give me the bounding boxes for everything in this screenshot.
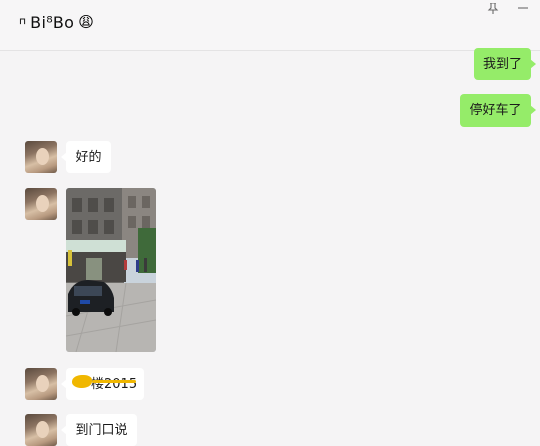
street-photo-image xyxy=(66,188,156,352)
message-text: 我到了 xyxy=(482,56,522,72)
minimize-icon[interactable] xyxy=(516,0,530,12)
image-message[interactable] xyxy=(66,188,156,352)
chat-header: ⊓ Bi⁸Bo 😩 xyxy=(0,0,540,51)
message-text: 好的 xyxy=(75,149,102,165)
message-bubble-incoming[interactable]: 到门口说 xyxy=(61,414,137,446)
strikethrough-mark xyxy=(92,380,136,383)
message-bubble-incoming[interactable]: 好的 xyxy=(61,141,111,173)
chat-title: ⊓ Bi⁸Bo 😩 xyxy=(19,10,94,34)
contact-avatar[interactable] xyxy=(25,188,57,220)
title-prefix: ⊓ xyxy=(19,17,27,27)
message-bubble-outgoing[interactable]: 停好车了 xyxy=(460,94,536,127)
message-bubble-outgoing[interactable]: 我到了 xyxy=(474,48,536,80)
contact-name: Bi⁸Bo xyxy=(30,12,75,32)
pin-icon[interactable] xyxy=(486,0,500,14)
message-text: 停好车了 xyxy=(469,103,522,118)
title-emoji: 😩 xyxy=(78,12,94,31)
contact-avatar[interactable] xyxy=(25,368,57,400)
contact-avatar[interactable] xyxy=(25,414,57,446)
message-text: 到门口说 xyxy=(75,422,128,438)
contact-avatar[interactable] xyxy=(25,141,57,173)
highlighter-mark xyxy=(72,375,92,388)
